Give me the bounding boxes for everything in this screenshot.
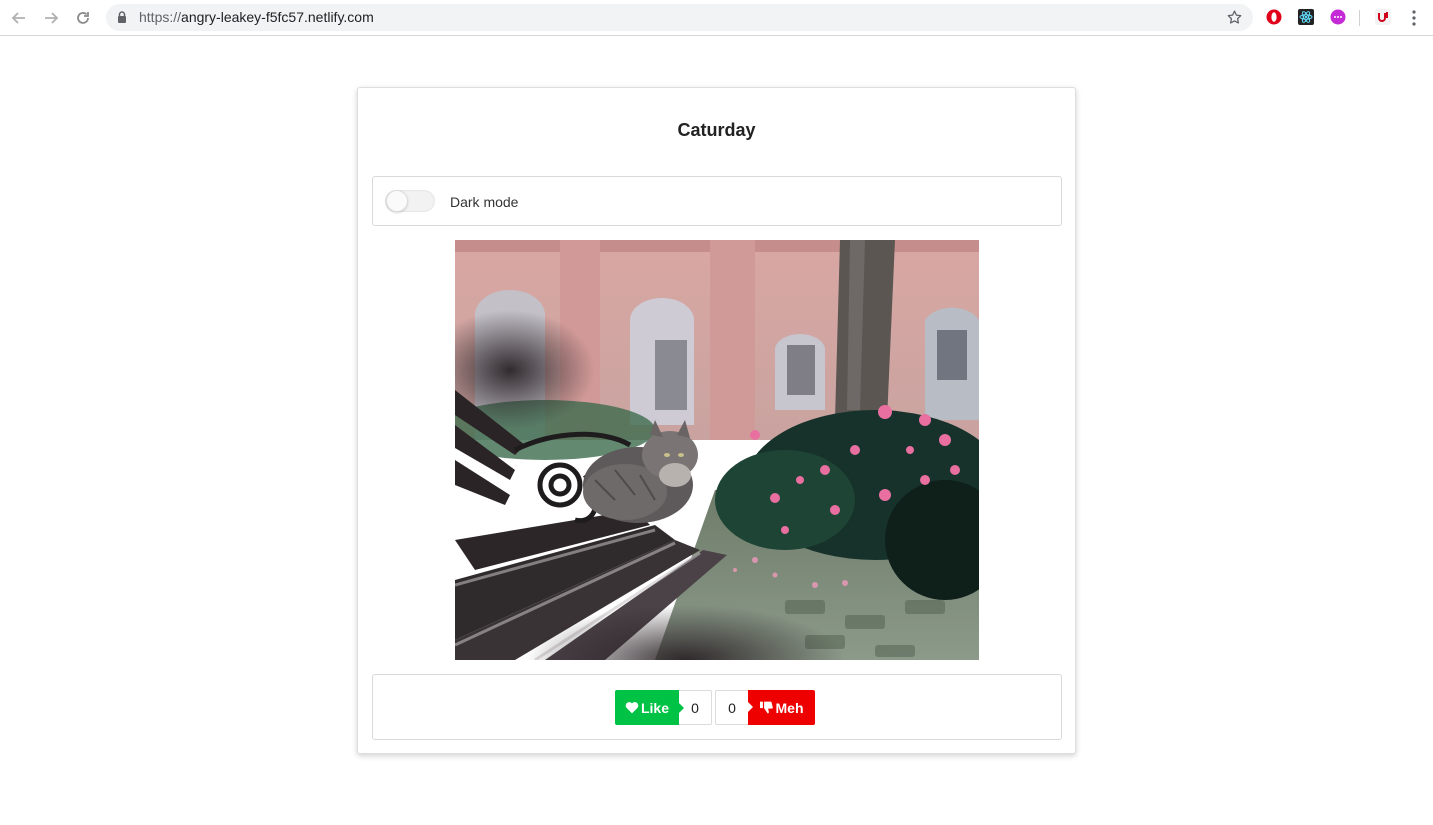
toggle-knob[interactable] xyxy=(386,190,408,212)
meh-label: Meh xyxy=(775,699,804,716)
like-label: Like xyxy=(640,699,669,716)
like-count: 0 xyxy=(678,690,712,725)
red-extension-icon[interactable] xyxy=(1375,9,1391,25)
forward-button[interactable] xyxy=(40,7,62,29)
thumbs-down-icon xyxy=(759,701,773,714)
heart-icon xyxy=(625,702,639,714)
star-icon[interactable] xyxy=(1226,9,1243,26)
purple-extension-icon[interactable] xyxy=(1330,9,1346,25)
arrow-left-icon xyxy=(11,12,25,24)
opera-icon[interactable] xyxy=(1266,9,1282,25)
lock-icon xyxy=(118,11,126,23)
reload-icon xyxy=(77,12,89,24)
cat-photo xyxy=(455,240,979,660)
url-text: https://angry-leakey-f5fc57.netlify.com xyxy=(139,9,374,25)
meh-button[interactable]: Meh xyxy=(747,690,815,725)
toolbar-divider xyxy=(1359,10,1360,26)
browser-toolbar: https://angry-leakey-f5fc57.netlify.com xyxy=(0,0,1433,36)
arrow-right-icon xyxy=(45,12,59,24)
like-button[interactable]: Like xyxy=(615,690,679,725)
dark-mode-label: Dark mode xyxy=(450,194,519,210)
dark-mode-toggle[interactable] xyxy=(385,190,435,212)
more-vertical-icon[interactable] xyxy=(1409,9,1419,27)
back-button[interactable] xyxy=(8,7,30,29)
cat-card: Caturday Dark mode Like 0 0 Meh xyxy=(357,87,1076,754)
meh-count: 0 xyxy=(715,690,748,725)
page-title: Caturday xyxy=(677,120,756,140)
reload-button[interactable] xyxy=(72,7,94,29)
reactions-panel: Like 0 0 Meh xyxy=(372,674,1062,740)
address-bar[interactable]: https://angry-leakey-f5fc57.netlify.com xyxy=(106,4,1253,31)
dark-mode-panel: Dark mode xyxy=(372,176,1062,226)
react-devtools-icon[interactable] xyxy=(1298,9,1314,25)
